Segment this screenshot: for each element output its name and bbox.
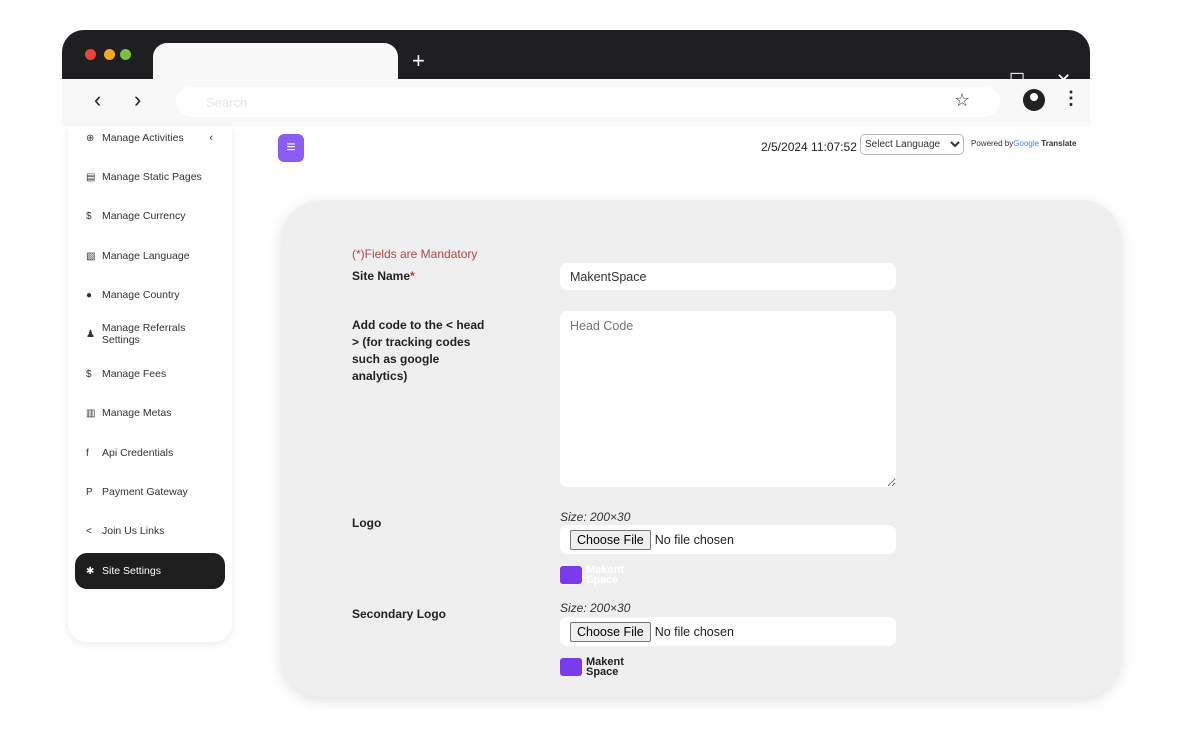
minimize-window-dot[interactable]: [104, 49, 115, 60]
star-icon[interactable]: ☆: [954, 90, 970, 111]
file-status: No file chosen: [654, 624, 734, 639]
sidebar-item-label: Api Credentials: [102, 447, 174, 459]
sidebar-item-label: Manage Referrals Settings: [101, 322, 186, 346]
back-icon[interactable]: ‹: [94, 87, 101, 113]
sidebar-item-label: Site Settings: [102, 565, 161, 577]
sidebar-item-label: Payment Gateway: [102, 486, 188, 498]
head-code-label: Add code to the < head > (for tracking c…: [352, 318, 485, 383]
sidebar-item-payment-gateway[interactable]: P Payment Gateway: [75, 474, 225, 510]
forward-icon[interactable]: ›: [134, 87, 141, 113]
sidebar-item-label: Manage Activities: [102, 132, 184, 144]
share-icon: <: [86, 525, 92, 537]
search-input[interactable]: [176, 87, 1000, 117]
sidebar-item-manage-metas[interactable]: ▥ Manage Metas: [75, 395, 225, 431]
mandatory-note: (*)Fields are Mandatory: [352, 247, 478, 261]
dollar-icon: $: [86, 210, 92, 222]
logo-mark-icon: [560, 566, 582, 584]
chevron-left-icon[interactable]: ‹: [209, 132, 213, 144]
logo-file-input[interactable]: Choose File No file chosen: [560, 525, 896, 554]
close-window-dot[interactable]: [85, 49, 96, 60]
sidebar-item-label: Manage Currency: [102, 210, 186, 222]
globe-icon: ●: [86, 289, 93, 301]
datetime: 2/5/2024 11:07:52: [761, 140, 857, 154]
logo-preview: Makent Space: [560, 565, 624, 586]
secondary-logo-label: Secondary Logo: [352, 607, 447, 621]
kebab-menu-icon[interactable]: ⋮: [1062, 88, 1080, 109]
sidebar-item-label: Manage Country: [102, 289, 180, 301]
secondary-logo-preview: Makent Space: [560, 657, 624, 678]
secondary-logo-size-hint: Size: 200×30: [560, 601, 631, 615]
sidebar-item-label: Manage Static Pages: [102, 171, 202, 183]
sidebar-item-label: Manage Language: [102, 250, 190, 262]
file-status: No file chosen: [654, 532, 734, 547]
sidebar-item-manage-referrals-settings[interactable]: ♟ Manage Referrals Settings: [75, 316, 225, 352]
browser-toolbar: ‹ › ☆ ⋮: [62, 79, 1090, 126]
sidebar-item-manage-currency[interactable]: $ Manage Currency: [75, 198, 225, 234]
dollar-icon: $: [86, 368, 92, 380]
sidebar-item-manage-country[interactable]: ● Manage Country: [75, 277, 225, 313]
secondary-logo-file-input[interactable]: Choose File No file chosen: [560, 617, 896, 646]
avatar[interactable]: [1023, 89, 1045, 111]
site-name-input[interactable]: [560, 263, 896, 290]
sidebar-item-manage-static-pages[interactable]: ▤ Manage Static Pages: [75, 159, 225, 195]
language-select[interactable]: Select Language: [860, 134, 964, 155]
new-tab-button[interactable]: +: [412, 48, 425, 74]
lifebuoy-icon: ⊕: [86, 132, 95, 144]
logo-size-hint: Size: 200×30: [560, 510, 631, 524]
users-icon: ♟: [86, 328, 95, 340]
sidebar-item-api-credentials[interactable]: f Api Credentials: [75, 435, 225, 471]
maximize-window-dot[interactable]: [120, 49, 131, 60]
sidebar-item-site-settings[interactable]: ✱ Site Settings: [75, 553, 225, 589]
logo-label: Logo: [352, 516, 382, 530]
sidebar-item-join-us-links[interactable]: < Join Us Links: [75, 513, 225, 549]
browser-tab[interactable]: [153, 43, 398, 80]
sidebar-item-manage-activities[interactable]: ⊕ Manage Activities ‹: [75, 120, 225, 156]
choose-file-button[interactable]: Choose File: [570, 529, 651, 550]
sidebar-item-label: Join Us Links: [102, 525, 165, 537]
sidebar-item-label: Manage Fees: [102, 368, 167, 380]
sidebar: ⊕ Manage Activities ‹ ▤ Manage Static Pages $…: [68, 126, 232, 642]
choose-file-button[interactable]: Choose File: [570, 621, 651, 642]
language-icon: ▧: [86, 250, 96, 262]
logo-mark-icon: [560, 658, 582, 676]
facebook-icon: f: [86, 447, 89, 459]
gear-icon: ✱: [86, 565, 95, 577]
paypal-icon: P: [86, 486, 93, 498]
sidebar-item-manage-language[interactable]: ▧ Manage Language: [75, 238, 225, 274]
site-settings-form: (*)Fields are Mandatory Site Name* Add c…: [281, 200, 1121, 697]
newspaper-icon: ▤: [86, 171, 96, 183]
sidebar-item-manage-fees[interactable]: $ Manage Fees: [75, 356, 225, 392]
google-translate-credit: Powered byGoogle Translate: [971, 139, 1077, 148]
bar-chart-icon: ▥: [86, 407, 96, 419]
head-code-textarea[interactable]: [560, 311, 896, 487]
site-name-label: Site Name*: [352, 269, 415, 283]
menu-toggle-button[interactable]: ≡: [278, 134, 304, 162]
sidebar-item-label: Manage Metas: [102, 407, 172, 419]
